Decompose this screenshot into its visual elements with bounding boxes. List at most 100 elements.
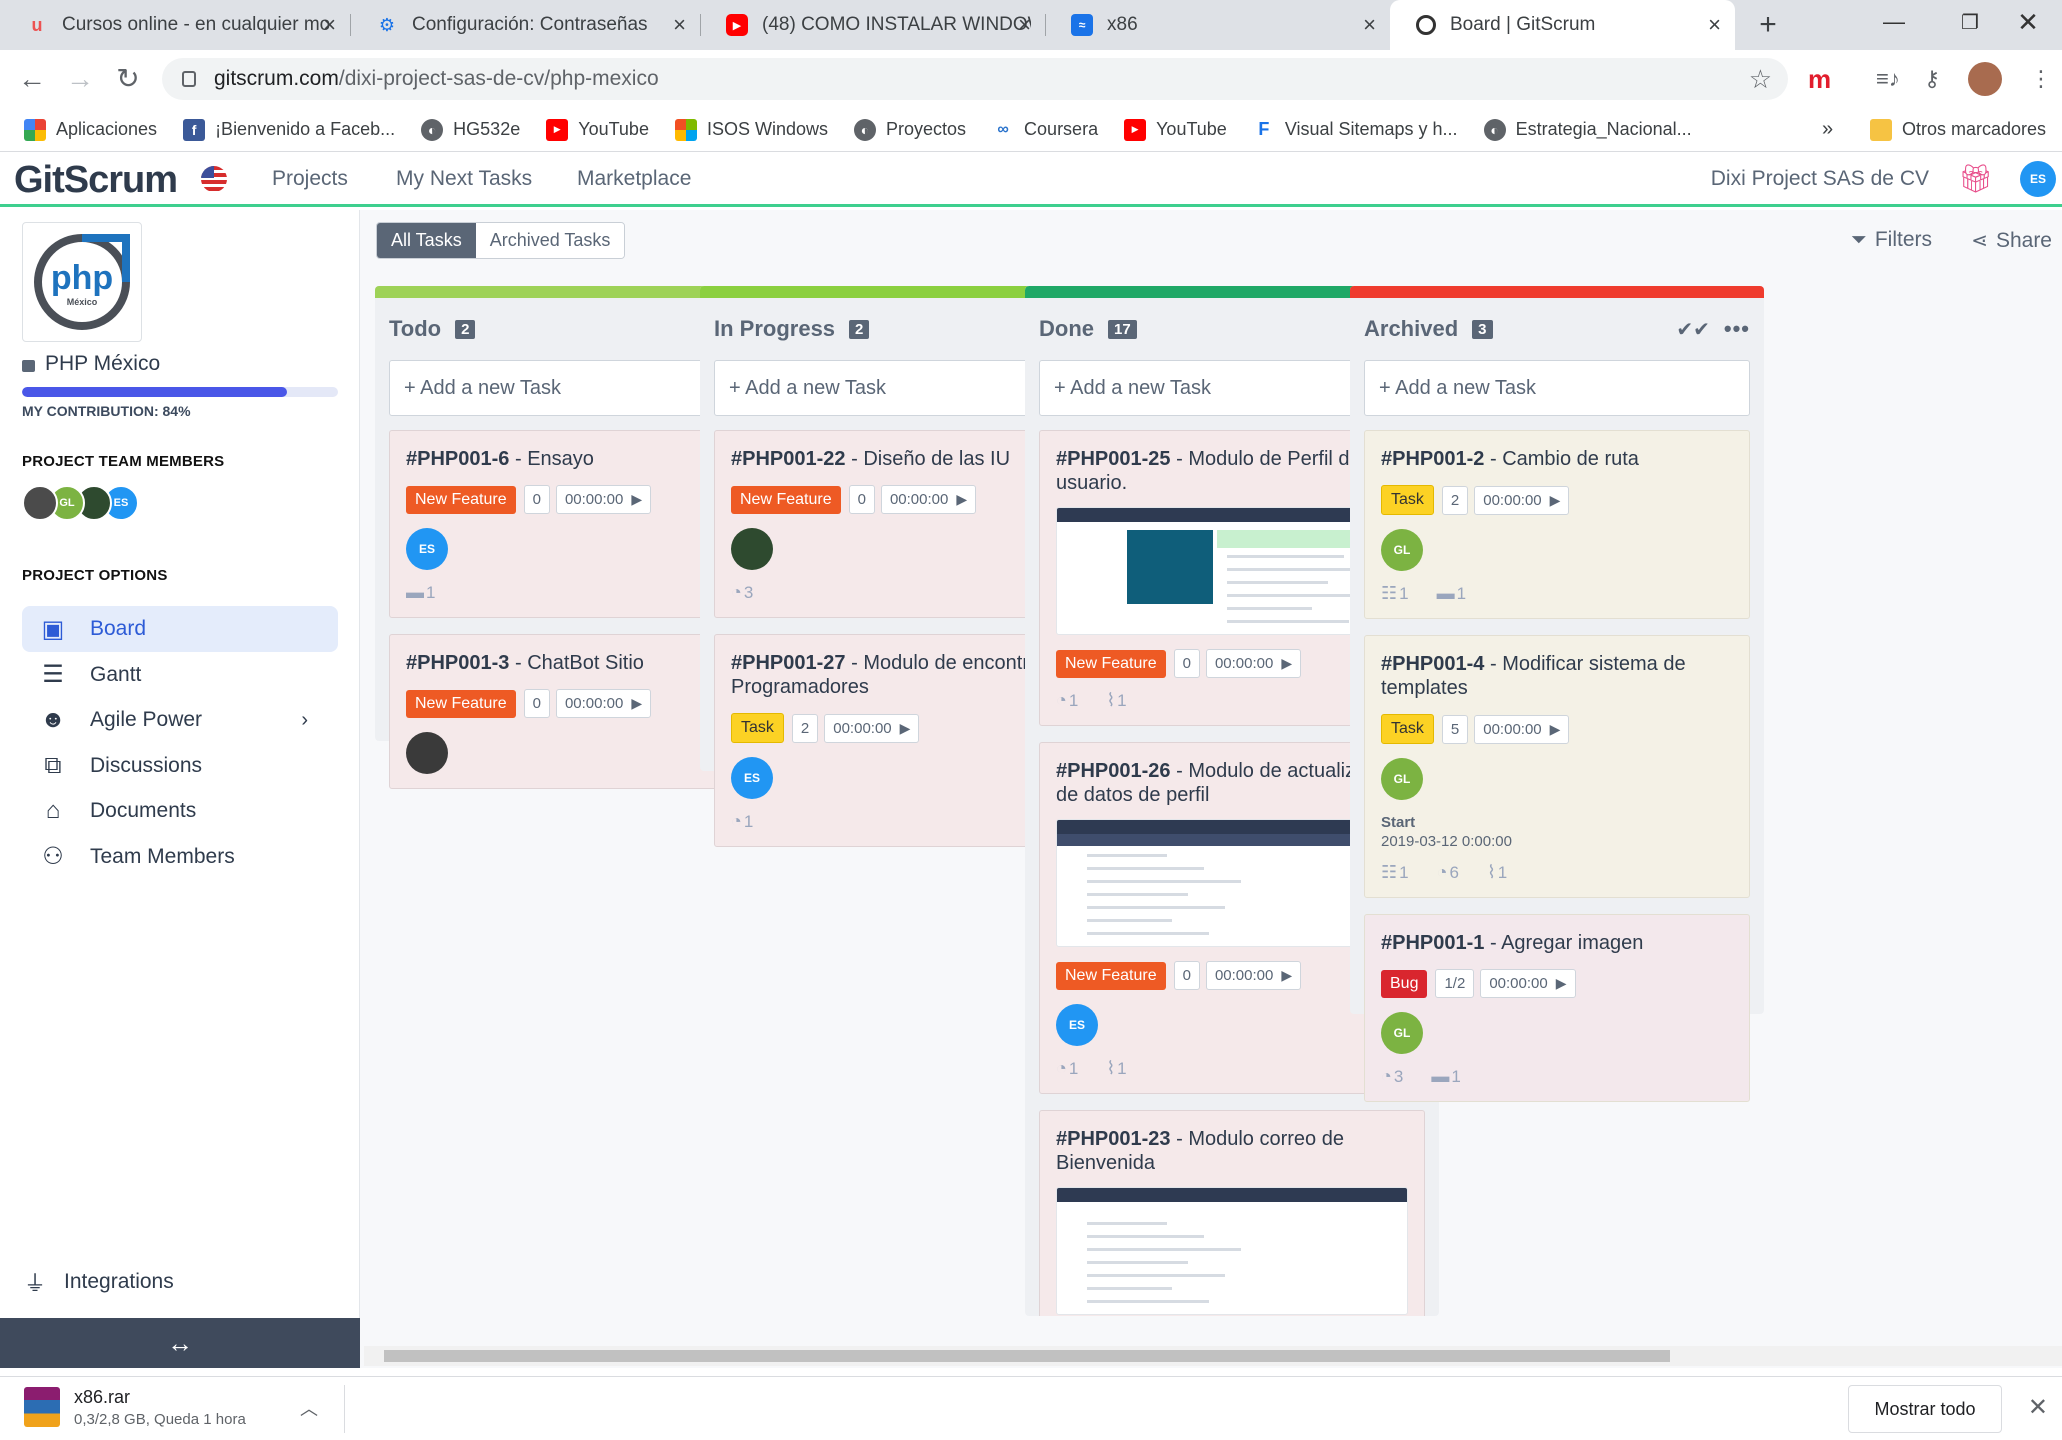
bookmark-item[interactable]: ◐ Proyectos bbox=[854, 118, 966, 141]
sidebar-item-team-members[interactable]: ⚇ Team Members bbox=[22, 834, 338, 880]
close-icon[interactable]: × bbox=[1363, 12, 1376, 38]
task-card[interactable]: #PHP001-1 - Agregar imagen Bug 1/2 00:00:00… bbox=[1364, 914, 1750, 1102]
task-attachment-thumbnail[interactable] bbox=[1056, 1187, 1408, 1315]
bookmark-star-icon[interactable]: ☆ bbox=[1749, 64, 1772, 95]
story-points[interactable]: 2 bbox=[1441, 485, 1469, 515]
gift-icon[interactable]: 🎁︎ bbox=[1958, 163, 1994, 195]
scrollbar-thumb[interactable] bbox=[384, 1350, 1670, 1362]
play-icon[interactable]: ▶ bbox=[631, 491, 642, 508]
user-avatar[interactable]: ES bbox=[2020, 161, 2056, 197]
task-timer[interactable]: 00:00:00 ▶ bbox=[1205, 649, 1302, 678]
media-queue-icon[interactable]: ≡♪ bbox=[1876, 62, 1900, 96]
play-icon[interactable]: ▶ bbox=[631, 695, 642, 712]
download-filename[interactable]: x86.rar bbox=[74, 1387, 130, 1408]
play-icon[interactable]: ▶ bbox=[1550, 492, 1561, 509]
browser-tab[interactable]: ▶ (48) COMO INSTALAR WINDOW × bbox=[700, 0, 1045, 50]
assignee-avatar[interactable] bbox=[731, 528, 773, 570]
organization-name[interactable]: Dixi Project SAS de CV bbox=[1711, 163, 1929, 195]
bookmark-item[interactable]: ◐ Estrategia_Nacional... bbox=[1483, 118, 1692, 141]
bookmark-item[interactable]: ISOS Windows bbox=[674, 118, 828, 141]
key-icon[interactable]: ⚷ bbox=[1924, 62, 1940, 96]
add-task-input[interactable]: + Add a new Task bbox=[1364, 360, 1750, 416]
task-timer[interactable]: 00:00:00 ▶ bbox=[555, 689, 652, 718]
bookmark-item[interactable]: Aplicaciones bbox=[24, 118, 157, 141]
browser-tab[interactable]: ⚙ Configuración: Contraseñas × bbox=[350, 0, 700, 50]
horizontal-scrollbar[interactable] bbox=[364, 1346, 2062, 1366]
assignee-avatar[interactable] bbox=[406, 732, 448, 774]
task-type-badge[interactable]: Bug bbox=[1381, 969, 1428, 998]
task-type-badge[interactable]: Task bbox=[1381, 485, 1434, 515]
assignee-avatar[interactable]: GL bbox=[1381, 1012, 1423, 1054]
sidebar-item-agile-power[interactable]: ☻ Agile Power › bbox=[22, 697, 338, 743]
task-type-badge[interactable]: New Feature bbox=[1056, 961, 1166, 990]
close-icon[interactable]: × bbox=[323, 12, 336, 38]
task-card[interactable]: #PHP001-4 - Modificar sistema de templat… bbox=[1364, 635, 1750, 898]
story-points[interactable]: 0 bbox=[1173, 649, 1200, 678]
more-options-icon[interactable]: ••• bbox=[1724, 316, 1750, 342]
story-points[interactable]: 2 bbox=[791, 713, 819, 743]
task-timer[interactable]: 00:00:00 ▶ bbox=[1205, 961, 1302, 990]
show-all-downloads-button[interactable]: Mostrar todo bbox=[1848, 1385, 2002, 1433]
story-points[interactable]: 0 bbox=[1173, 961, 1200, 990]
close-icon[interactable]: × bbox=[673, 12, 686, 38]
bookmark-item[interactable]: f ¡Bienvenido a Faceb... bbox=[183, 118, 395, 141]
project-logo[interactable]: php México bbox=[22, 222, 142, 342]
reload-button[interactable]: ↻ bbox=[112, 63, 144, 95]
browser-menu-icon[interactable]: ⋮ bbox=[2030, 62, 2052, 96]
story-points[interactable]: 0 bbox=[523, 689, 550, 718]
bookmark-item[interactable]: F Visual Sitemaps y h... bbox=[1252, 118, 1458, 141]
story-points[interactable]: 5 bbox=[1441, 714, 1469, 744]
member-avatar[interactable] bbox=[22, 485, 58, 521]
nav-projects[interactable]: Projects bbox=[272, 163, 348, 195]
task-type-badge[interactable]: Task bbox=[731, 713, 784, 743]
task-timer[interactable]: 00:00:00 ▶ bbox=[824, 713, 920, 743]
task-timer[interactable]: 00:00:00 ▶ bbox=[880, 485, 977, 514]
other-bookmarks-folder[interactable]: Otros marcadores bbox=[1870, 118, 2046, 141]
task-timer[interactable]: 00:00:00 ▶ bbox=[555, 485, 652, 514]
task-type-badge[interactable]: New Feature bbox=[406, 485, 516, 514]
close-icon[interactable]: × bbox=[1018, 12, 1031, 38]
play-icon[interactable]: ▶ bbox=[1556, 975, 1567, 992]
bookmark-item[interactable]: ▶ YouTube bbox=[546, 118, 649, 141]
new-tab-button[interactable]: + bbox=[1746, 0, 1790, 50]
bookmark-item[interactable]: ∞ Coursera bbox=[992, 118, 1098, 141]
play-icon[interactable]: ▶ bbox=[1281, 655, 1292, 672]
play-icon[interactable]: ▶ bbox=[900, 720, 911, 737]
close-icon[interactable]: × bbox=[1708, 12, 1721, 38]
nav-my-next-tasks[interactable]: My Next Tasks bbox=[396, 163, 532, 195]
browser-tab[interactable]: u Cursos online - en cualquier mo × bbox=[0, 0, 350, 50]
task-type-badge[interactable]: Task bbox=[1381, 714, 1434, 744]
sidebar-item-documents[interactable]: ⌂ Documents bbox=[22, 788, 338, 834]
story-points[interactable]: 0 bbox=[848, 485, 875, 514]
assignee-avatar[interactable]: ES bbox=[731, 757, 773, 799]
story-points[interactable]: 0 bbox=[523, 485, 550, 514]
extension-m-icon[interactable]: m bbox=[1808, 62, 1831, 96]
assignee-avatar[interactable]: GL bbox=[1381, 758, 1423, 800]
play-icon[interactable]: ▶ bbox=[1550, 721, 1561, 738]
sidebar-collapse-button[interactable]: ↔ bbox=[0, 1318, 360, 1368]
bookmarks-overflow-button[interactable]: » bbox=[1822, 118, 1833, 141]
window-close-button[interactable]: ✕ bbox=[1990, 0, 2062, 44]
forward-button[interactable]: → bbox=[64, 63, 96, 95]
double-check-icon[interactable]: ✔✔ bbox=[1676, 317, 1710, 342]
assignee-avatar[interactable]: ES bbox=[1056, 1004, 1098, 1046]
task-type-badge[interactable]: New Feature bbox=[731, 485, 841, 514]
nav-marketplace[interactable]: Marketplace bbox=[577, 163, 691, 195]
task-type-badge[interactable]: New Feature bbox=[1056, 649, 1166, 678]
task-timer[interactable]: 00:00:00 ▶ bbox=[1474, 485, 1570, 515]
task-card[interactable]: #PHP001-2 - Cambio de ruta Task 2 00:00:00 ▶… bbox=[1364, 430, 1750, 619]
play-icon[interactable]: ▶ bbox=[1281, 967, 1292, 984]
url-input[interactable]: gitscrum.com/dixi-project-sas-de-cv/php-… bbox=[162, 58, 1788, 100]
sidebar-item-discussions[interactable]: ⧉ Discussions bbox=[22, 743, 338, 789]
task-timer[interactable]: 00:00:00 ▶ bbox=[1474, 714, 1570, 744]
close-icon[interactable]: ✕ bbox=[2028, 1393, 2048, 1422]
assignee-avatar[interactable]: GL bbox=[1381, 529, 1423, 571]
chevron-up-icon[interactable]: ︿ bbox=[300, 1395, 318, 1421]
us-flag-icon[interactable] bbox=[201, 166, 227, 192]
share-button[interactable]: ⋖ Share bbox=[1971, 228, 2052, 253]
archived-tasks-tab[interactable]: Archived Tasks bbox=[475, 223, 625, 258]
app-logo[interactable]: GitScrum bbox=[14, 159, 178, 202]
task-card[interactable]: #PHP001-23 - Modulo correo de Bienvenida bbox=[1039, 1110, 1425, 1316]
play-icon[interactable]: ▶ bbox=[956, 491, 967, 508]
task-timer[interactable]: 00:00:00 ▶ bbox=[1480, 969, 1576, 998]
